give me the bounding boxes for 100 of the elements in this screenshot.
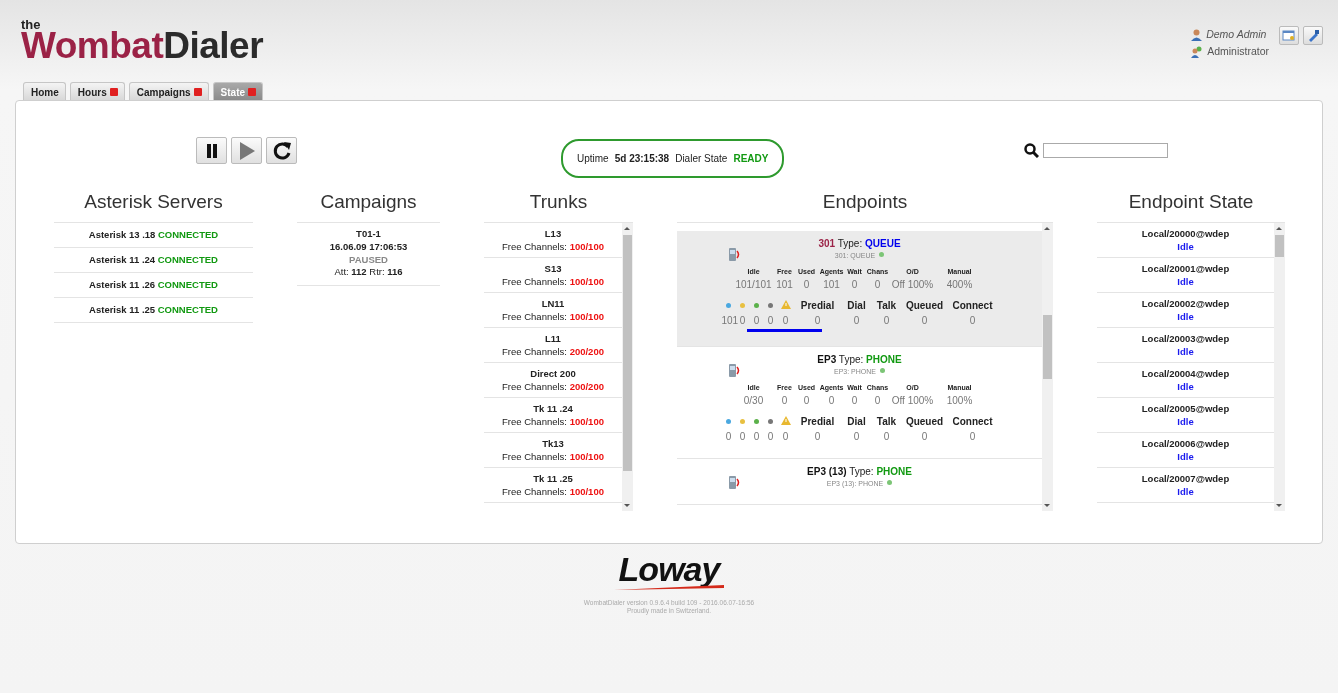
users-icon (1191, 45, 1204, 58)
logout-button[interactable] (1303, 26, 1323, 45)
stat-value: 0 (781, 430, 790, 444)
pen-icon (1307, 29, 1319, 42)
campaign-state: PAUSED (348, 253, 389, 267)
dot-icon (768, 419, 773, 424)
dialer-state-value: READY (733, 152, 769, 166)
scrollbar[interactable] (622, 223, 633, 511)
server-item: Asterisk 11 .24 CONNECTED (54, 248, 253, 273)
trunk-name: LN11 (540, 297, 566, 310)
stat-value: 0 (781, 314, 790, 328)
trunk-name: Tk 11 .25 (532, 472, 574, 485)
refresh-button[interactable] (266, 137, 297, 164)
close-icon[interactable] (193, 88, 202, 96)
tab[interactable]: Campaigns (128, 82, 209, 100)
column-label: Queued (904, 415, 945, 429)
stat-value: Off 100% (891, 394, 934, 408)
endpoint-name: Local/20002@wdep (1140, 297, 1231, 310)
server-item: Asterisk 11 .25 CONNECTED (54, 298, 253, 323)
endpoint-state: Idle (1176, 380, 1195, 393)
scrollbar[interactable] (1042, 223, 1053, 511)
stat-value: Off 100% (891, 278, 934, 292)
column-label: Queued (904, 299, 945, 313)
trunk-channels: Free Channels: 200/200 (501, 380, 605, 393)
stat-value: 0 (873, 394, 882, 408)
refresh-icon (271, 140, 292, 161)
campaign-counts: Att: 112 Rtr: 116 (333, 266, 404, 280)
stat-value: 0 (813, 430, 822, 444)
stat-value: 0 (852, 430, 861, 444)
uptime-label: Uptime (577, 152, 609, 166)
dot-icon (768, 303, 773, 308)
stat-value: 0 (852, 314, 861, 328)
endpoint-name: Local/20000@wdep (1140, 227, 1231, 240)
column-label: Connect (951, 299, 994, 313)
dot-icon (740, 303, 745, 308)
stat-value: 400% (945, 278, 974, 292)
endpoint-name: Local/20005@wdep (1140, 402, 1231, 415)
scrollbar[interactable] (1274, 223, 1285, 511)
pause-button[interactable] (196, 137, 227, 164)
endpoint-state: Idle (1176, 345, 1195, 358)
phone-icon (729, 248, 741, 261)
trunk-channels: Free Channels: 100/100 (501, 275, 605, 288)
trunk-name: Tk13 (541, 437, 565, 450)
warning-icon (780, 300, 791, 309)
stat-value: 0 (968, 314, 977, 328)
status-dot (880, 367, 885, 373)
dot-icon (740, 419, 745, 424)
trunk-name: L13 (543, 227, 563, 240)
stat-value: 101 (775, 278, 794, 292)
column-label: Dial (846, 415, 867, 429)
endpoint-name: Local/20006@wdep (1140, 437, 1231, 450)
window-key-icon (1282, 29, 1296, 42)
window-key-button[interactable] (1279, 26, 1299, 45)
tab[interactable]: Home (23, 82, 66, 100)
stat-value: 0 (780, 394, 789, 408)
stat-value: 0 (813, 314, 822, 328)
dot-icon (754, 419, 759, 424)
stat-value: 0 (873, 278, 882, 292)
column-label: Dial (846, 299, 867, 313)
column-label: Predial (799, 299, 836, 313)
play-icon (238, 141, 255, 160)
trunk-channels: Free Channels: 100/100 (501, 240, 605, 253)
status-dot (887, 479, 893, 485)
tab[interactable]: Hours (69, 82, 125, 100)
brand-logo: Loway (614, 552, 724, 591)
app-logo: theWombatDialer (20, 16, 264, 64)
search-icon (1024, 143, 1040, 158)
search-field[interactable] (1043, 143, 1169, 158)
trunk-channels: Free Channels: 100/100 (501, 485, 605, 498)
trunk-name: Tk 11 .24 (532, 402, 574, 415)
stat-value: 0/30 (742, 394, 765, 408)
column-title: Trunks (484, 191, 633, 223)
stat-value: 101 (721, 314, 736, 328)
dot-icon (726, 303, 731, 308)
column-title: Endpoints (677, 191, 1053, 223)
column-title: Campaigns (297, 191, 440, 223)
stat-value: 0 (802, 394, 811, 408)
endpoint-name: Local/20004@wdep (1140, 367, 1231, 380)
stat-value: 0 (882, 430, 891, 444)
stat-value: 0 (766, 314, 775, 328)
stat-value: 0 (766, 430, 775, 444)
stat-value: 0 (827, 394, 836, 408)
play-button[interactable] (231, 137, 262, 164)
phone-icon (729, 476, 741, 489)
endpoint-state: Idle (1176, 240, 1195, 253)
column-label: Talk (875, 299, 898, 313)
stat-value: 0 (850, 278, 859, 292)
trunk-name: S13 (543, 262, 563, 275)
stat-value: 0 (752, 430, 761, 444)
dot-icon (726, 419, 731, 424)
trunk-channels: Free Channels: 100/100 (501, 415, 605, 428)
endpoint-state: Idle (1176, 485, 1195, 498)
uptime-value: 5d 23:15:38 (614, 152, 670, 166)
campaign-name: T01-1 (355, 228, 382, 241)
trunk-name: L11 (544, 332, 562, 345)
phone-icon (729, 364, 741, 377)
endpoint-state: Idle (1176, 415, 1195, 428)
column-label: Predial (799, 415, 836, 429)
close-icon[interactable] (109, 88, 118, 96)
server-item: Asterisk 13 .18 CONNECTED (54, 223, 253, 248)
